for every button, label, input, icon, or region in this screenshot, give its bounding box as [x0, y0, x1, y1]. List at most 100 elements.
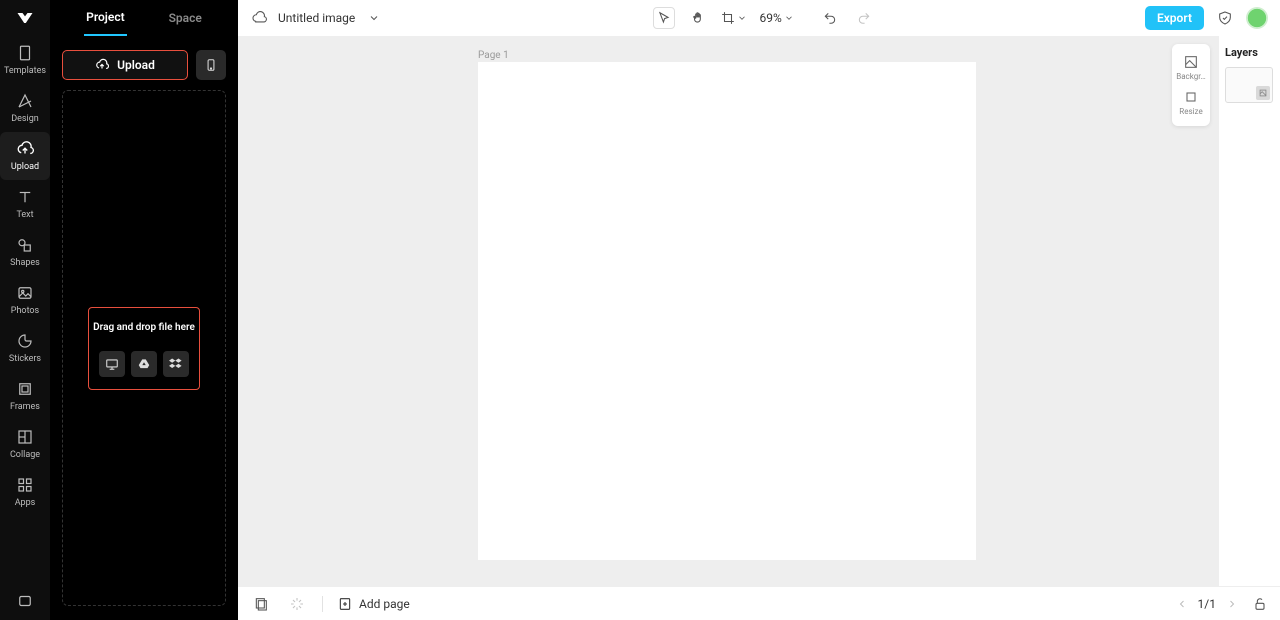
cloud-sync-icon[interactable]: [250, 9, 268, 27]
rail-label: Frames: [10, 402, 40, 412]
zoom-value: 69%: [759, 11, 781, 25]
chevron-left-icon: [1176, 598, 1188, 610]
background-tool[interactable]: Backgr…: [1172, 50, 1210, 85]
rail-design[interactable]: Design: [0, 84, 50, 132]
notes-button[interactable]: [286, 593, 308, 615]
chevron-down-icon: [737, 13, 747, 23]
rail-collage[interactable]: Collage: [0, 420, 50, 468]
layers-title: Layers: [1225, 46, 1274, 59]
rail-text[interactable]: Text: [0, 180, 50, 228]
pager-value: 1/1: [1198, 597, 1216, 611]
tab-project[interactable]: Project: [84, 0, 126, 36]
crop-menu[interactable]: [721, 11, 747, 25]
topbar: Untitled image 69%: [238, 0, 1280, 36]
icon-rail: Templates Design Upload Text Shapes Phot…: [0, 0, 50, 620]
drop-card: Drag and drop file here: [88, 307, 200, 390]
upload-from-drive-button[interactable]: [131, 351, 157, 377]
photos-icon: [14, 282, 36, 304]
rail-frames[interactable]: Frames: [0, 372, 50, 420]
pager-prev[interactable]: [1176, 598, 1188, 610]
phone-icon: [204, 58, 218, 72]
rail-label: Apps: [15, 498, 36, 508]
rail-stickers[interactable]: Stickers: [0, 324, 50, 372]
document-title[interactable]: Untitled image: [278, 11, 355, 25]
add-page-button[interactable]: Add page: [337, 596, 410, 612]
chevron-down-icon[interactable]: [365, 9, 383, 27]
undo-button[interactable]: [819, 7, 841, 29]
canvas-tools-floating: Backgr… Resize: [1172, 44, 1210, 126]
undo-icon: [823, 11, 837, 25]
upload-icon: [14, 138, 36, 160]
rail-label: Stickers: [9, 354, 41, 364]
help-button[interactable]: [1214, 7, 1236, 29]
page-label: Page 1: [478, 50, 509, 61]
select-tool[interactable]: [653, 7, 675, 29]
rail-label: Text: [16, 210, 33, 220]
upload-button[interactable]: Upload: [62, 50, 188, 80]
rail-apps[interactable]: Apps: [0, 468, 50, 516]
zoom-menu[interactable]: 69%: [759, 11, 793, 25]
google-drive-icon: [137, 357, 151, 371]
sparkle-icon: [289, 596, 305, 612]
rail-label: Templates: [4, 66, 46, 76]
device-upload-button[interactable]: [196, 50, 226, 80]
shield-check-icon: [1217, 10, 1233, 26]
rail-footer-icon[interactable]: [0, 592, 50, 620]
rail-label: Photos: [11, 306, 39, 316]
layer-thumbnail[interactable]: [1225, 67, 1273, 103]
panel-tabs: Project Space: [50, 0, 238, 36]
pages-view-button[interactable]: [250, 593, 272, 615]
workspace: Page 1 Backgr… Resize Layers: [238, 36, 1280, 586]
hand-icon: [691, 11, 705, 25]
pager-next[interactable]: [1226, 598, 1238, 610]
bottombar: Add page 1/1: [238, 586, 1280, 620]
background-icon: [1183, 54, 1199, 70]
redo-icon: [857, 11, 871, 25]
resize-label: Resize: [1179, 107, 1202, 116]
rail-templates[interactable]: Templates: [0, 36, 50, 84]
lock-button[interactable]: [1252, 596, 1268, 612]
rail-shapes[interactable]: Shapes: [0, 228, 50, 276]
chevron-down-icon: [784, 13, 794, 23]
main-area: Untitled image 69%: [238, 0, 1280, 620]
unlock-icon: [1252, 596, 1268, 612]
cursor-icon: [657, 11, 671, 25]
rail-label: Collage: [10, 450, 40, 460]
resize-tool[interactable]: Resize: [1172, 85, 1210, 120]
app-logo-icon[interactable]: [0, 0, 50, 36]
artboard-page-1[interactable]: [478, 62, 976, 560]
design-icon: [14, 90, 36, 112]
rail-label: Design: [11, 114, 39, 124]
canvas-area[interactable]: Page 1 Backgr… Resize: [238, 36, 1218, 586]
resize-icon: [1183, 89, 1199, 105]
export-button[interactable]: Export: [1145, 6, 1204, 30]
user-avatar[interactable]: [1246, 7, 1268, 29]
rail-upload[interactable]: Upload: [0, 132, 50, 180]
upload-from-computer-button[interactable]: [99, 351, 125, 377]
dropbox-icon: [169, 357, 183, 371]
pages-icon: [253, 596, 269, 612]
rail-label: Shapes: [10, 258, 40, 268]
hand-tool[interactable]: [687, 7, 709, 29]
drop-text: Drag and drop file here: [93, 322, 195, 333]
frames-icon: [14, 378, 36, 400]
stickers-icon: [14, 330, 36, 352]
tab-space[interactable]: Space: [167, 1, 204, 35]
collage-icon: [14, 426, 36, 448]
layers-panel: Layers: [1218, 36, 1280, 586]
pager: 1/1: [1176, 597, 1238, 611]
background-label: Backgr…: [1176, 72, 1206, 81]
crop-icon: [721, 11, 735, 25]
chevron-right-icon: [1226, 598, 1238, 610]
redo-button[interactable]: [853, 7, 875, 29]
export-label: Export: [1157, 11, 1192, 25]
add-page-label: Add page: [359, 597, 410, 611]
upload-button-label: Upload: [117, 58, 155, 72]
text-icon: [14, 186, 36, 208]
upload-from-dropbox-button[interactable]: [163, 351, 189, 377]
rail-photos[interactable]: Photos: [0, 276, 50, 324]
upload-panel: Project Space Upload Drag and drop file …: [50, 0, 238, 620]
drop-zone[interactable]: Drag and drop file here: [62, 90, 226, 606]
shapes-icon: [14, 234, 36, 256]
cloud-upload-icon: [95, 58, 109, 72]
